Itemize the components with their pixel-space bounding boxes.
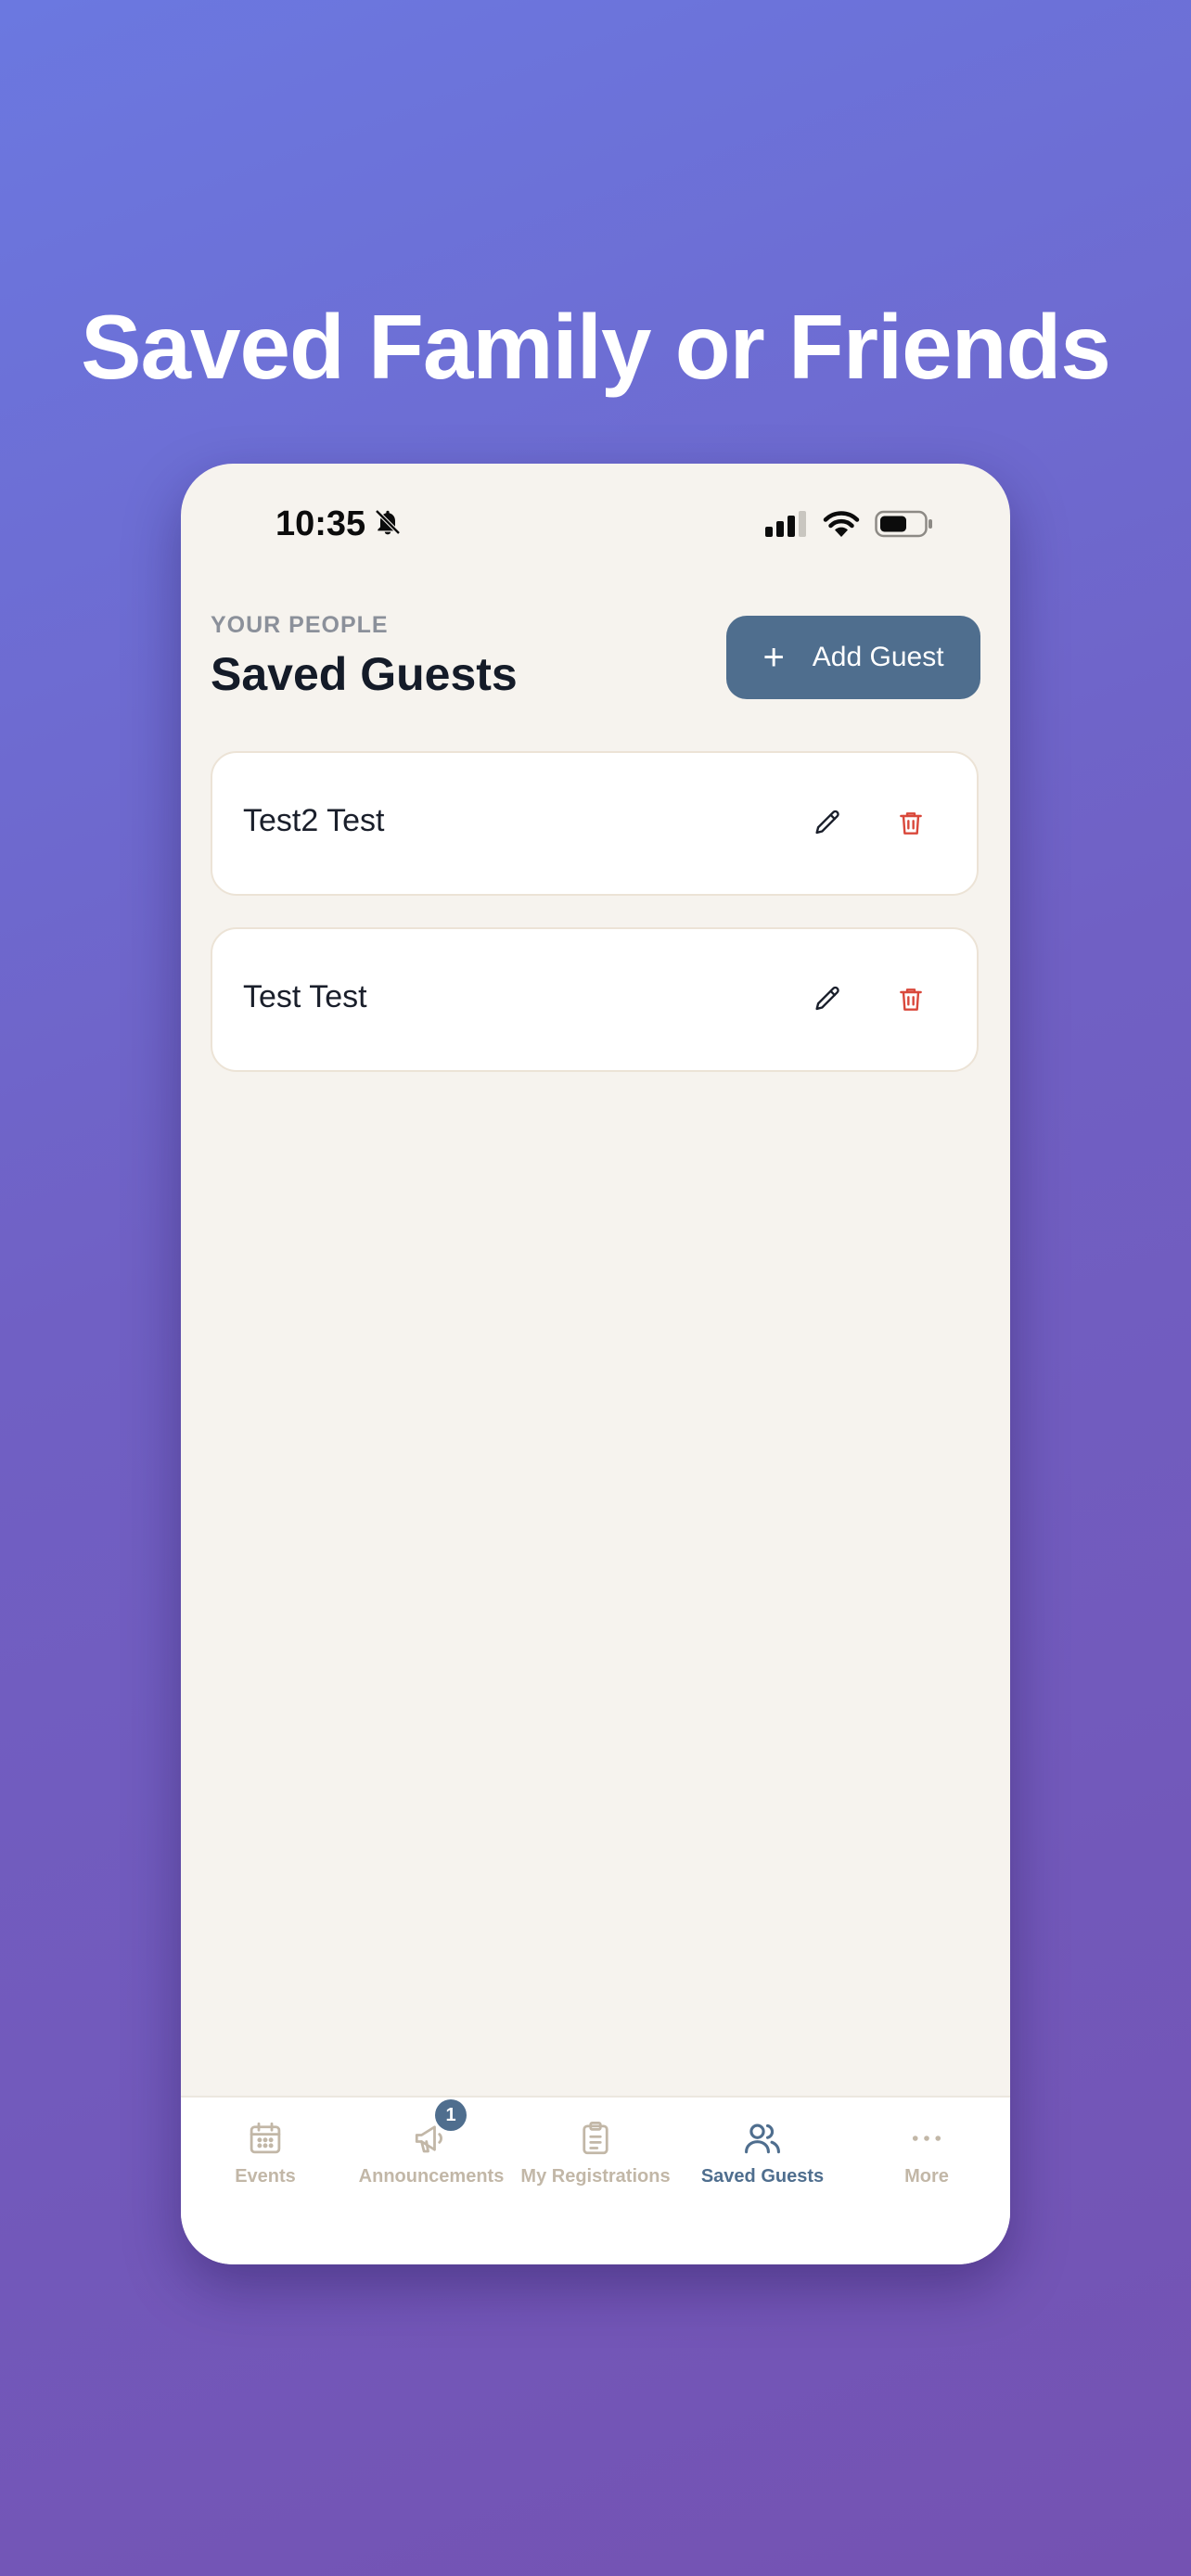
tab-label: Announcements xyxy=(358,2166,505,2187)
guest-name: Test2 Test xyxy=(243,803,385,838)
tab-more[interactable]: More xyxy=(843,2116,1010,2187)
trash-icon xyxy=(900,988,922,1011)
status-time-group: 10:35 xyxy=(275,504,403,544)
trash-icon xyxy=(900,812,922,835)
tab-announcements[interactable]: 1 Announcements xyxy=(348,2099,515,2187)
status-time: 10:35 xyxy=(275,504,366,543)
tab-label: Saved Guests xyxy=(700,2166,825,2187)
tab-saved-guests[interactable]: Saved Guests xyxy=(679,2116,846,2187)
edit-guest-button[interactable] xyxy=(801,974,853,1026)
add-guest-label: Add Guest xyxy=(812,642,944,672)
tab-bar: Events 1 Announcements My Registrations … xyxy=(181,2096,1010,2264)
calendar-icon xyxy=(243,2116,288,2161)
bell-slash-icon xyxy=(373,507,403,542)
phone-screen: 10:35 YOUR PEOPLE Saved Guests + Add Gue… xyxy=(181,464,1010,2264)
pencil-icon xyxy=(815,810,839,835)
hero-title: Saved Family or Friends xyxy=(81,296,1111,398)
delete-guest-button[interactable] xyxy=(885,797,937,849)
tab-label: My Registrations xyxy=(520,2166,671,2187)
edit-guest-button[interactable] xyxy=(801,797,853,849)
section-eyebrow: YOUR PEOPLE xyxy=(211,612,389,638)
delete-guest-button[interactable] xyxy=(885,974,937,1026)
tab-my-registrations[interactable]: My Registrations xyxy=(512,2116,679,2187)
pencil-icon xyxy=(815,986,839,1011)
tab-label: Events xyxy=(235,2166,296,2187)
more-dots-icon xyxy=(904,2116,949,2161)
guest-name: Test Test xyxy=(243,979,367,1014)
tab-label: More xyxy=(904,2166,949,2187)
battery-icon xyxy=(875,510,934,542)
status-icons xyxy=(765,510,934,542)
clipboard-icon xyxy=(573,2116,618,2161)
users-icon xyxy=(740,2116,785,2161)
page-title: Saved Guests xyxy=(211,648,518,700)
cellular-signal-icon xyxy=(765,511,808,542)
status-bar: 10:35 xyxy=(181,464,1010,593)
wifi-icon xyxy=(823,510,860,542)
plus-icon: + xyxy=(762,637,785,678)
add-guest-button[interactable]: + Add Guest xyxy=(726,616,980,699)
notification-badge: 1 xyxy=(435,2099,467,2131)
tab-events[interactable]: Events xyxy=(182,2116,349,2187)
guest-card[interactable]: Test2 Test xyxy=(211,751,979,896)
megaphone-icon: 1 xyxy=(409,2099,467,2161)
guest-card[interactable]: Test Test xyxy=(211,927,979,1072)
